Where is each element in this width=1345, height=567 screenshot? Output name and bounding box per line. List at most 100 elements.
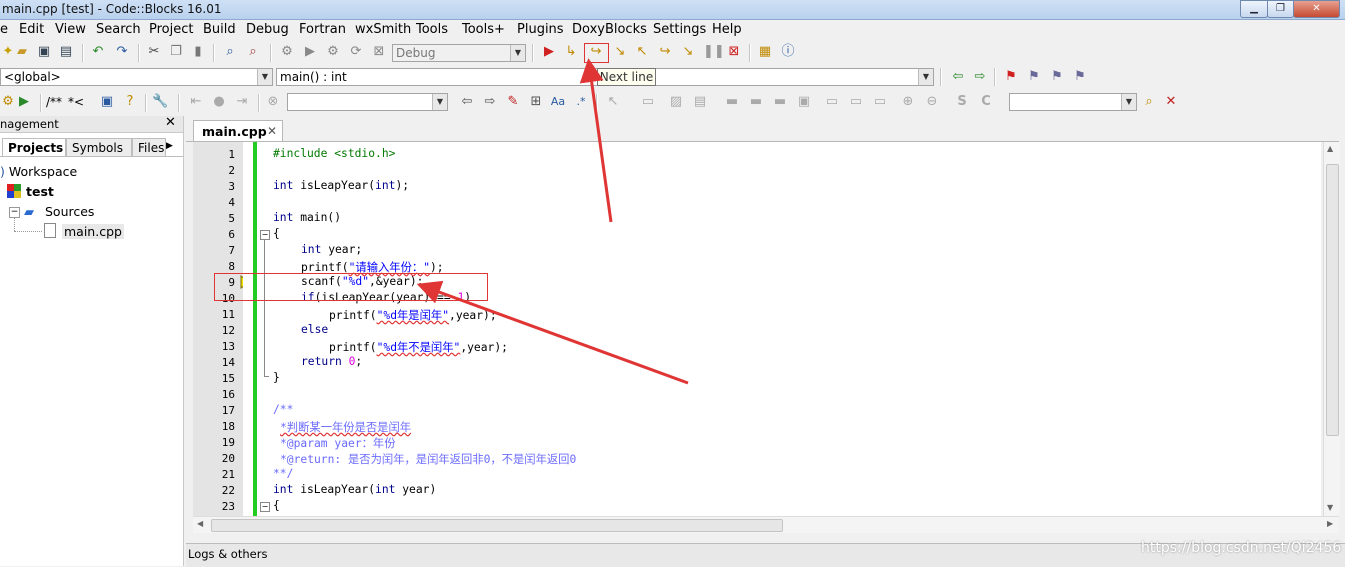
fold-marker-icon[interactable]: − (260, 230, 270, 240)
close-button[interactable]: ✕ (1293, 0, 1340, 18)
record-icon[interactable]: ● (211, 94, 227, 110)
tab-symbols[interactable]: Symbols (66, 138, 132, 156)
horizontal-scrollbar[interactable]: ◀ ▶ (193, 516, 1339, 533)
scroll-left-icon[interactable]: ◀ (197, 519, 203, 528)
next-instruction-icon[interactable]: ↪ (657, 44, 673, 60)
layout-a-icon[interactable]: ▬ (724, 94, 740, 110)
scroll-right-icon[interactable]: ▶ (1327, 519, 1333, 528)
code-editor[interactable]: − − #include <stdio.h> int isLeapYear(in… (243, 142, 1321, 516)
debug-continue-icon[interactable]: ▶ (541, 44, 557, 60)
wrench-icon[interactable]: 🔧 (152, 94, 168, 110)
replace-icon[interactable]: ⌕ (245, 44, 261, 60)
copy-icon[interactable]: ❐ (168, 44, 184, 60)
menu-settings[interactable]: Settings (653, 22, 706, 37)
last-match-icon[interactable]: ⇥ (234, 94, 250, 110)
doxy-html-icon[interactable]: ▣ (99, 94, 115, 110)
shape-a-icon[interactable]: ▭ (824, 94, 840, 110)
next-bookmark-icon[interactable]: ⚑ (1049, 69, 1065, 85)
menu-tools-plus[interactable]: Tools+ (462, 22, 505, 37)
run-to-cursor-icon[interactable]: ↳ (563, 44, 579, 60)
image-icon[interactable]: ▨ (668, 94, 684, 110)
menu-build[interactable]: Build (203, 22, 236, 37)
cut-icon[interactable]: ✂ (146, 44, 162, 60)
search-input[interactable]: ▼ (287, 93, 448, 111)
zoom-out-icon[interactable]: ⊖ (924, 94, 940, 110)
rect-select-icon[interactable]: ▭ (640, 94, 656, 110)
save-all-icon[interactable]: ▤ (58, 44, 74, 60)
highlight-icon[interactable]: ✎ (505, 94, 521, 110)
vertical-scrollbar[interactable]: ▲ ▼ (1323, 142, 1340, 516)
open-folder-icon[interactable]: ▰ (14, 44, 30, 60)
prev-bookmark-icon[interactable]: ⚑ (1026, 69, 1042, 85)
bookmark-flag-icon[interactable]: ⚑ (1003, 69, 1019, 85)
menu-fortran[interactable]: Fortran (299, 22, 346, 37)
abort-build-icon[interactable]: ⊠ (371, 44, 387, 60)
minimize-button[interactable]: ▁ (1240, 0, 1268, 18)
regex-input[interactable]: ▼ (1009, 93, 1137, 111)
tree-file-main-cpp[interactable]: main.cpp (62, 224, 124, 239)
layout-c-icon[interactable]: ▬ (772, 94, 788, 110)
first-match-icon[interactable]: ⇤ (188, 94, 204, 110)
fold-marker-icon[interactable]: − (260, 502, 270, 512)
menu-plugins[interactable]: Plugins (517, 22, 564, 37)
text-box-icon[interactable]: ▤ (692, 94, 708, 110)
editor-tab-main-cpp[interactable]: main.cpp ✕ (193, 120, 283, 142)
menu-file[interactable]: e (0, 22, 8, 37)
tab-projects[interactable]: Projects (2, 138, 66, 156)
step-instruction-icon[interactable]: ↘ (680, 44, 696, 60)
debug-info-icon[interactable]: ⓘ (780, 44, 796, 60)
menu-project[interactable]: Project (149, 22, 193, 37)
build-target-select[interactable]: Debug ▼ (392, 44, 526, 62)
undo-icon[interactable]: ↶ (90, 44, 106, 60)
menu-edit[interactable]: Edit (19, 22, 44, 37)
step-out-icon[interactable]: ↖ (634, 44, 650, 60)
symbol-c-icon[interactable]: C (978, 94, 994, 110)
pause-icon[interactable]: ❚❚ (703, 44, 725, 60)
close-icon[interactable]: ✕ (165, 115, 176, 130)
jump-forward-icon[interactable]: ⇨ (972, 69, 988, 85)
horizontal-scroll-thumb[interactable] (211, 519, 783, 532)
zoom-in-icon[interactable]: ⊕ (900, 94, 916, 110)
tab-files[interactable]: Files (132, 138, 166, 156)
menu-doxyblocks[interactable]: DoxyBlocks (572, 22, 647, 37)
shape-b-icon[interactable]: ▭ (848, 94, 864, 110)
match-case-icon[interactable]: Aa (550, 94, 566, 110)
symbol-s-icon[interactable]: S (954, 94, 970, 110)
menu-search[interactable]: Search (96, 22, 141, 37)
tree-folder-sources[interactable]: Sources (45, 204, 94, 219)
find-prev-icon[interactable]: ⇦ (459, 94, 475, 110)
layout-d-icon[interactable]: ▣ (796, 94, 812, 110)
stop-debug-icon[interactable]: ⊠ (726, 44, 742, 60)
shape-c-icon[interactable]: ▭ (872, 94, 888, 110)
menu-view[interactable]: View (55, 22, 86, 37)
tree-project-test[interactable]: test (26, 184, 54, 199)
scroll-up-icon[interactable]: ▲ (1327, 144, 1333, 153)
run-icon[interactable]: ▶ (302, 44, 318, 60)
find-next-icon[interactable]: ⇨ (482, 94, 498, 110)
find-icon[interactable]: ⌕ (222, 44, 238, 60)
selected-only-icon[interactable]: ⊞ (528, 94, 544, 110)
cursor-icon[interactable]: ↖ (605, 94, 621, 110)
rebuild-icon[interactable]: ⟳ (348, 44, 364, 60)
doxy-run-icon[interactable]: ▶ (16, 94, 32, 110)
search-go-icon[interactable]: ⌕ (1141, 94, 1157, 110)
paste-icon[interactable]: ▮ (190, 44, 206, 60)
menu-wxsmith[interactable]: wxSmith (355, 22, 411, 37)
tools-icon[interactable]: ✕ (1163, 94, 1179, 110)
jump-back-icon[interactable]: ⇦ (950, 69, 966, 85)
regex-icon[interactable]: .* (573, 94, 589, 110)
scroll-down-icon[interactable]: ▼ (1327, 503, 1333, 512)
maximize-button[interactable]: ❐ (1267, 0, 1294, 18)
close-tab-icon[interactable]: ✕ (267, 124, 277, 138)
scope-select[interactable]: <global> ▼ (0, 68, 273, 86)
build-gear-icon[interactable]: ⚙ (279, 44, 295, 60)
doxy-config-icon[interactable]: ⚙ (0, 94, 16, 110)
clear-bookmarks-icon[interactable]: ⚑ (1072, 69, 1088, 85)
doxy-line-comment-button[interactable]: *< (68, 95, 84, 109)
tab-scroll-right-icon[interactable]: ▶ (166, 141, 173, 151)
save-icon[interactable]: ▣ (36, 44, 52, 60)
menu-tools[interactable]: Tools (416, 22, 448, 37)
clear-search-icon[interactable]: ⊗ (265, 94, 281, 110)
doxy-help-icon[interactable]: ? (122, 94, 138, 110)
doxy-block-comment-button[interactable]: /** (46, 95, 62, 109)
